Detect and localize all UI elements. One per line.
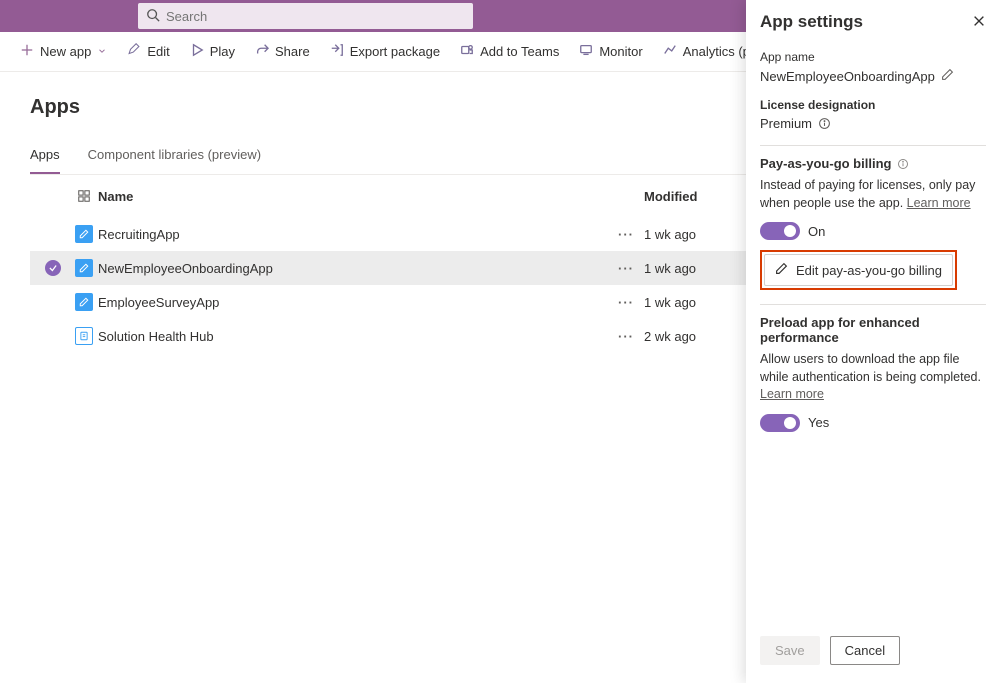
app-type-icon bbox=[75, 259, 93, 277]
save-button[interactable]: Save bbox=[760, 636, 820, 665]
payg-description: Instead of paying for licenses, only pay… bbox=[760, 177, 986, 212]
license-designation-label: License designation bbox=[760, 98, 986, 112]
app-type-icon bbox=[75, 293, 93, 311]
license-designation-value: Premium bbox=[760, 116, 812, 131]
row-more-button[interactable]: ··· bbox=[618, 227, 634, 242]
analytics-icon bbox=[663, 43, 677, 60]
new-app-button[interactable]: New app bbox=[10, 32, 117, 71]
export-button[interactable]: Export package bbox=[320, 32, 450, 71]
payg-toggle-label: On bbox=[808, 224, 825, 239]
app-name-cell: NewEmployeeOnboardingApp bbox=[98, 261, 608, 276]
plus-icon bbox=[20, 43, 34, 60]
app-name-value: NewEmployeeOnboardingApp bbox=[760, 69, 935, 84]
edit-icon bbox=[775, 262, 788, 278]
edit-icon bbox=[127, 43, 141, 60]
tab-component-libraries[interactable]: Component libraries (preview) bbox=[88, 139, 261, 174]
preload-learn-more-link[interactable]: Learn more bbox=[760, 387, 824, 401]
add-to-teams-button[interactable]: Add to Teams bbox=[450, 32, 569, 71]
play-button[interactable]: Play bbox=[180, 32, 245, 71]
app-name-label: App name bbox=[760, 50, 986, 64]
app-name-cell: Solution Health Hub bbox=[98, 329, 608, 344]
payg-title: Pay-as-you-go billing bbox=[760, 156, 891, 171]
divider bbox=[760, 304, 986, 305]
row-select[interactable] bbox=[36, 328, 70, 344]
preload-toggle[interactable] bbox=[760, 414, 800, 432]
monitor-icon bbox=[579, 43, 593, 60]
row-select[interactable] bbox=[36, 294, 70, 310]
payg-info-icon[interactable] bbox=[897, 158, 909, 170]
view-options-button[interactable] bbox=[73, 185, 95, 207]
license-info-icon[interactable] bbox=[818, 117, 831, 130]
payg-learn-more-link[interactable]: Learn more bbox=[907, 196, 971, 210]
play-icon bbox=[190, 43, 204, 60]
new-app-label: New app bbox=[40, 44, 91, 59]
row-select[interactable] bbox=[36, 226, 70, 242]
preload-description: Allow users to download the app file whi… bbox=[760, 351, 986, 404]
export-icon bbox=[330, 43, 344, 60]
row-select[interactable] bbox=[36, 260, 70, 276]
app-type-icon bbox=[75, 225, 93, 243]
chevron-down-icon bbox=[97, 44, 107, 59]
tab-apps[interactable]: Apps bbox=[30, 139, 60, 174]
row-more-button[interactable]: ··· bbox=[618, 295, 634, 310]
edit-name-button[interactable] bbox=[941, 68, 954, 84]
app-settings-panel: App settings App name NewEmployeeOnboard… bbox=[746, 0, 1000, 683]
highlight-annotation: Edit pay-as-you-go billing bbox=[760, 250, 957, 290]
search-icon bbox=[146, 8, 160, 25]
app-name-cell: RecruitingApp bbox=[98, 227, 608, 242]
cancel-button[interactable]: Cancel bbox=[830, 636, 900, 665]
preload-title: Preload app for enhanced performance bbox=[760, 315, 986, 345]
divider bbox=[760, 145, 986, 146]
preload-toggle-label: Yes bbox=[808, 415, 829, 430]
close-panel-button[interactable] bbox=[972, 14, 986, 31]
monitor-button[interactable]: Monitor bbox=[569, 32, 652, 71]
panel-title: App settings bbox=[760, 12, 863, 32]
search-input[interactable] bbox=[166, 9, 465, 24]
app-name-cell: EmployeeSurveyApp bbox=[98, 295, 608, 310]
payg-toggle[interactable] bbox=[760, 222, 800, 240]
search-box[interactable] bbox=[138, 3, 473, 29]
edit-button[interactable]: Edit bbox=[117, 32, 179, 71]
share-icon bbox=[255, 43, 269, 60]
teams-icon bbox=[460, 43, 474, 60]
row-more-button[interactable]: ··· bbox=[618, 261, 634, 276]
edit-payg-billing-button[interactable]: Edit pay-as-you-go billing bbox=[764, 254, 953, 286]
app-type-icon bbox=[75, 327, 93, 345]
share-button[interactable]: Share bbox=[245, 32, 320, 71]
column-header-name[interactable]: Name bbox=[98, 189, 608, 204]
row-more-button[interactable]: ··· bbox=[618, 329, 634, 344]
